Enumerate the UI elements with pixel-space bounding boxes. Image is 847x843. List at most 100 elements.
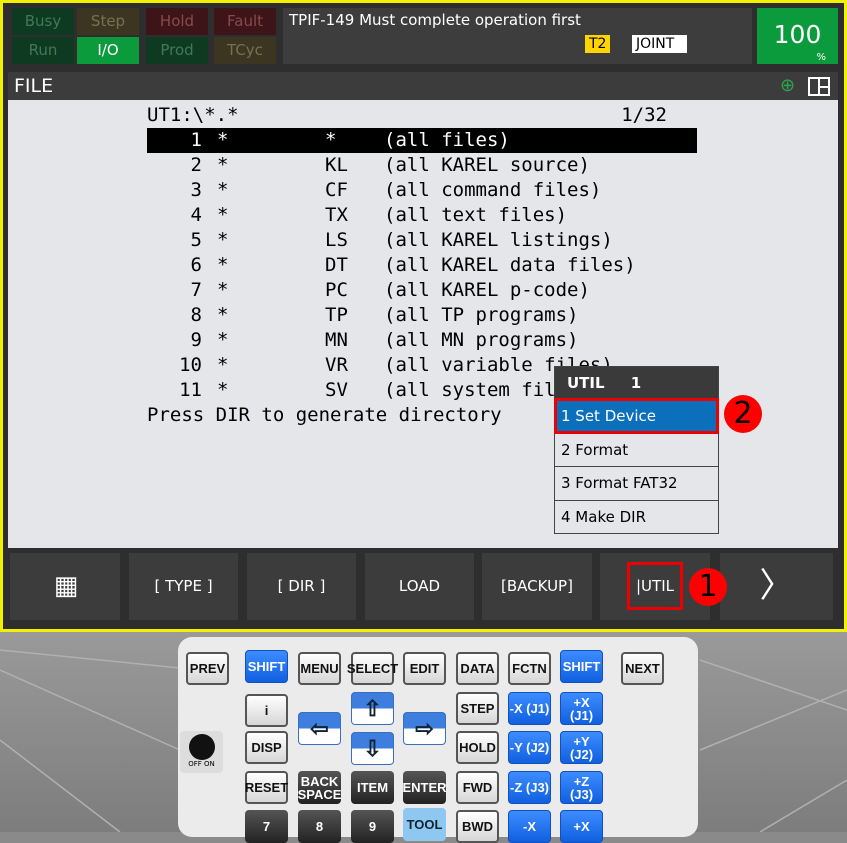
row-star: * bbox=[217, 304, 229, 326]
f2-dir-button[interactable]: [ DIR ] bbox=[247, 553, 356, 620]
hold-key[interactable]: HOLD bbox=[456, 731, 499, 764]
row-extension: KL bbox=[325, 154, 348, 176]
row-description: (all KAREL data files) bbox=[384, 254, 636, 276]
row-description: (all text files) bbox=[384, 204, 568, 226]
row-number: 4 bbox=[190, 204, 202, 226]
path: UT1:\*.* bbox=[147, 104, 239, 126]
util-menu-page: 1 bbox=[630, 374, 642, 392]
row-description: (all KAREL p-code) bbox=[384, 279, 590, 301]
pz-key[interactable]: +Z (J3) bbox=[560, 771, 603, 804]
menu-item-format[interactable]: 2 Format bbox=[555, 432, 718, 467]
py-key[interactable]: +Y (J2) bbox=[560, 731, 603, 764]
arrow-up-icon: ⇧ bbox=[363, 696, 382, 721]
my-key[interactable]: -Y (J2) bbox=[508, 731, 551, 764]
up-arrow-key[interactable]: ⇧ bbox=[351, 692, 394, 725]
shift-key[interactable]: SHIFT bbox=[560, 650, 603, 683]
f1-type-button[interactable]: [ TYPE ] bbox=[129, 553, 238, 620]
menu-item-format-fat32[interactable]: 3 Format FAT32 bbox=[555, 466, 718, 500]
backspace-key[interactable]: BACK SPACE bbox=[298, 771, 341, 804]
row-description: (all TP programs) bbox=[384, 304, 579, 326]
right-arrow-key[interactable]: ⇨ bbox=[403, 712, 446, 745]
row-star: * bbox=[217, 154, 229, 176]
row-star: * bbox=[217, 229, 229, 251]
menu-key[interactable]: MENU bbox=[298, 652, 341, 685]
row-description: (all KAREL listings) bbox=[384, 229, 613, 251]
enter-key[interactable]: ENTER bbox=[402, 771, 447, 804]
file-type-row[interactable]: 6 * DT (all KAREL data files) bbox=[147, 253, 697, 278]
prx-key[interactable]: +X bbox=[560, 810, 603, 843]
mrx-key[interactable]: -X bbox=[508, 810, 551, 843]
grid-icon: ▦ bbox=[53, 571, 79, 601]
menu-item-make-dir[interactable]: 4 Make DIR bbox=[555, 499, 718, 534]
edit-key[interactable]: EDIT bbox=[403, 652, 446, 685]
row-number: 5 bbox=[190, 229, 202, 251]
row-extension: VR bbox=[325, 354, 348, 376]
arrow-left-icon: ⇦ bbox=[310, 716, 329, 741]
mode-badge: T2 bbox=[585, 35, 611, 53]
status-busy: Busy bbox=[12, 8, 74, 35]
mz-key[interactable]: -Z (J3) bbox=[508, 771, 551, 804]
row-description: (all MN programs) bbox=[384, 329, 579, 351]
bwd-key[interactable]: BWD bbox=[456, 810, 499, 843]
status-step: Step bbox=[77, 8, 139, 35]
status-tcyc: TCyc bbox=[214, 37, 276, 64]
row-extension: TP bbox=[325, 304, 348, 326]
chevron-right-icon: 〉 bbox=[759, 566, 794, 606]
zoom-in-icon[interactable]: ⊕ bbox=[780, 76, 800, 96]
row-number: 10 bbox=[179, 354, 202, 376]
file-type-row[interactable]: 7 * PC (all KAREL p-code) bbox=[147, 278, 697, 303]
file-type-row[interactable]: 4 * TX (all text files) bbox=[147, 203, 697, 228]
tool-key[interactable]: TOOL bbox=[403, 808, 446, 841]
next-key[interactable]: NEXT bbox=[621, 652, 664, 685]
left-arrow-key[interactable]: ⇦ bbox=[298, 712, 341, 745]
file-type-row[interactable]: 3 * CF (all command files) bbox=[147, 178, 697, 203]
file-type-row[interactable]: 2 * KL (all KAREL source) bbox=[147, 153, 697, 178]
arrow-right-icon: ⇨ bbox=[415, 716, 434, 741]
enable-switch[interactable]: OFF ON bbox=[180, 731, 223, 773]
n8-key[interactable]: 8 bbox=[298, 810, 341, 843]
mx-key[interactable]: -X (J1) bbox=[508, 692, 551, 725]
row-extension: * bbox=[325, 129, 337, 151]
f5-util-label: |UTIL bbox=[627, 562, 683, 610]
row-star: * bbox=[217, 379, 229, 401]
row-number: 8 bbox=[190, 304, 202, 326]
status-io: I/O bbox=[77, 37, 139, 64]
select-key[interactable]: SELECT bbox=[347, 652, 398, 685]
px-key[interactable]: +X (J1) bbox=[560, 692, 603, 725]
file-type-row[interactable]: 8 * TP (all TP programs) bbox=[147, 303, 697, 328]
row-number: 3 bbox=[190, 179, 202, 201]
f4-backup-button[interactable]: [BACKUP] bbox=[482, 553, 592, 620]
status-fault: Fault bbox=[214, 8, 276, 35]
f3-load-button[interactable]: LOAD bbox=[365, 553, 474, 620]
menu-item-set-device[interactable]: 1 Set Device bbox=[554, 398, 719, 434]
data-key[interactable]: DATA bbox=[456, 652, 499, 685]
util-menu: UTIL 1 1 Set Device 2 Format 3 Format FA… bbox=[554, 366, 719, 534]
next-page-button[interactable]: 〉 bbox=[720, 553, 833, 620]
file-type-row[interactable]: 5 * LS (all KAREL listings) bbox=[147, 228, 697, 253]
prev-key[interactable]: PREV bbox=[186, 652, 229, 685]
file-type-row[interactable]: 9 * MN (all MN programs) bbox=[147, 328, 697, 353]
file-type-row[interactable]: 1 * * (all files) bbox=[147, 128, 697, 153]
reset-key[interactable]: RESET bbox=[245, 771, 288, 804]
info-key[interactable]: i bbox=[245, 694, 288, 727]
screen-title-bar: FILE ⊕ bbox=[8, 72, 838, 100]
disp-key[interactable]: DISP bbox=[245, 731, 288, 764]
row-extension: CF bbox=[325, 179, 348, 201]
row-number: 2 bbox=[190, 154, 202, 176]
n9-key[interactable]: 9 bbox=[351, 810, 394, 843]
split-screen-icon[interactable] bbox=[808, 77, 830, 96]
key-switch-icon bbox=[188, 734, 215, 760]
fctn-key[interactable]: FCTN bbox=[508, 652, 551, 685]
n7-key[interactable]: 7 bbox=[245, 810, 288, 843]
step-key[interactable]: STEP bbox=[456, 692, 499, 725]
row-number: 7 bbox=[190, 279, 202, 301]
fwd-key[interactable]: FWD bbox=[456, 771, 499, 804]
status-prod: Prod bbox=[146, 37, 208, 64]
down-arrow-key[interactable]: ⇩ bbox=[351, 732, 394, 765]
shift-key[interactable]: SHIFT bbox=[245, 650, 288, 683]
menu-grid-button[interactable]: ▦ bbox=[10, 553, 120, 620]
status-run: Run bbox=[12, 37, 74, 64]
switch-off-label: OFF bbox=[188, 760, 202, 768]
override-value: 100 bbox=[773, 20, 822, 49]
item-key[interactable]: ITEM bbox=[351, 771, 394, 804]
